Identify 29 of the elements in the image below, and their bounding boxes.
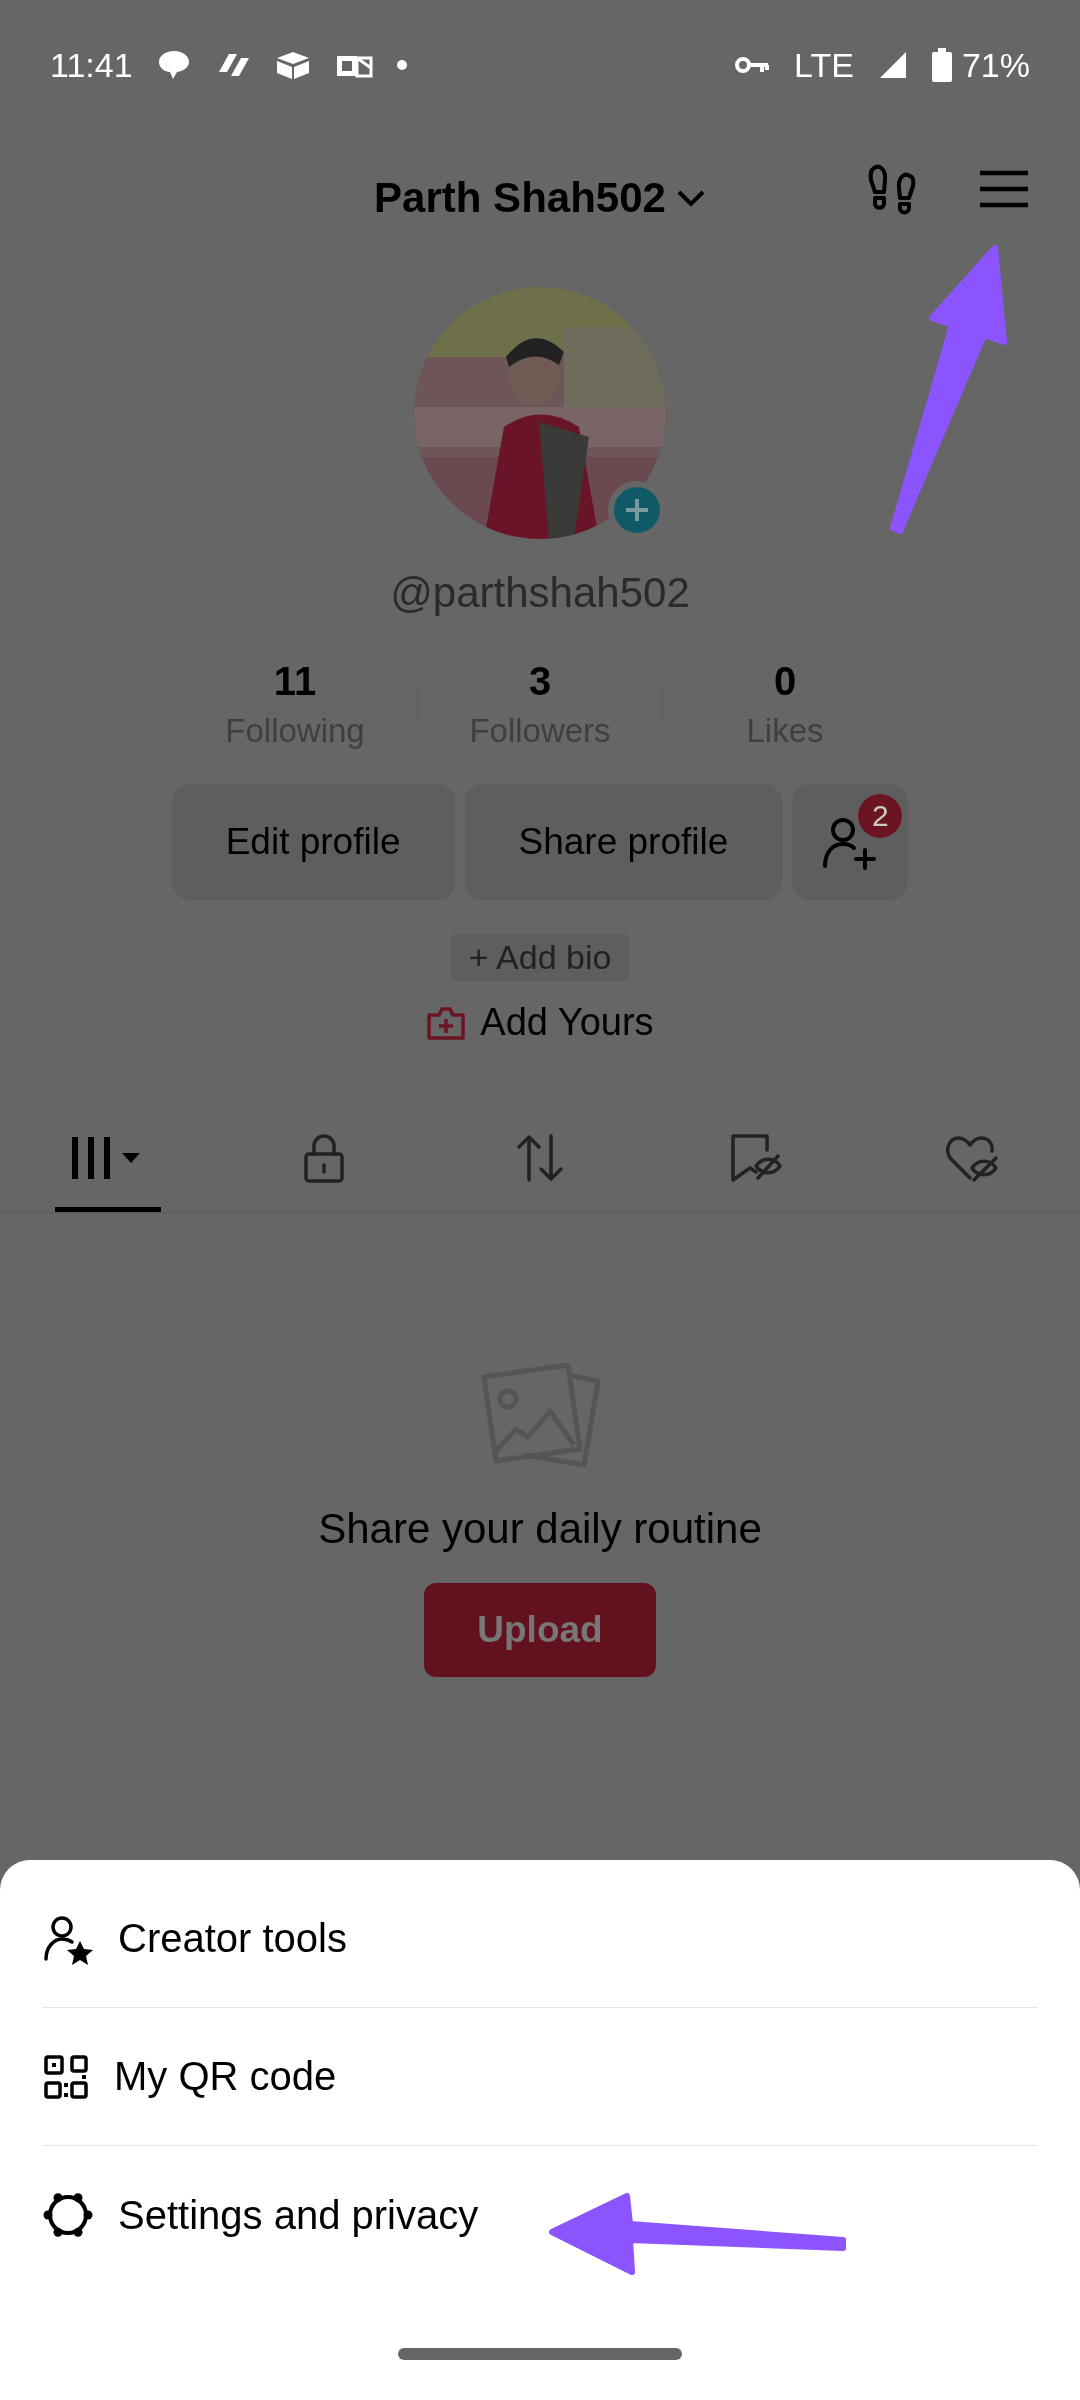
share-profile-button[interactable]: Share profile — [464, 784, 783, 900]
footprints-icon[interactable] — [866, 162, 918, 216]
menu-item[interactable]: Creator tools — [42, 1870, 1038, 2008]
empty-state-message: Share your daily routine — [318, 1505, 762, 1553]
stat-value: 3 — [528, 659, 552, 704]
hidden-bookmark-icon — [728, 1132, 784, 1184]
chat-bubble-icon — [156, 49, 191, 81]
battery-percent: 71% — [961, 45, 1030, 85]
edit-profile-button[interactable]: Edit profile — [171, 784, 455, 900]
add-bio-button[interactable]: + Add bio — [450, 934, 630, 981]
add-friends-button[interactable]: 2 — [792, 784, 909, 900]
account-switcher[interactable]: Parth Shah502 — [374, 173, 706, 222]
menu-icon[interactable] — [978, 169, 1030, 209]
key-icon — [734, 54, 771, 76]
network-type: LTE — [794, 45, 854, 85]
profile-handle: @parthshah502 — [390, 569, 690, 617]
dot-icon — [396, 60, 407, 70]
add-yours-icon — [426, 1004, 467, 1041]
notification-badge: 2 — [858, 794, 903, 838]
stat-value: 0 — [773, 659, 797, 704]
battery-icon — [931, 48, 952, 82]
upload-button[interactable]: Upload — [424, 1583, 656, 1677]
stat-value: 11 — [273, 659, 317, 704]
menu-item[interactable]: My QR code — [42, 2008, 1038, 2146]
status-time: 11:41 — [50, 45, 133, 85]
add-yours-button[interactable]: Add Yours — [426, 1001, 654, 1044]
box-icon — [274, 50, 311, 80]
qr-code-icon — [42, 2052, 90, 2101]
menu-item[interactable]: Settings and privacy — [42, 2146, 1038, 2284]
